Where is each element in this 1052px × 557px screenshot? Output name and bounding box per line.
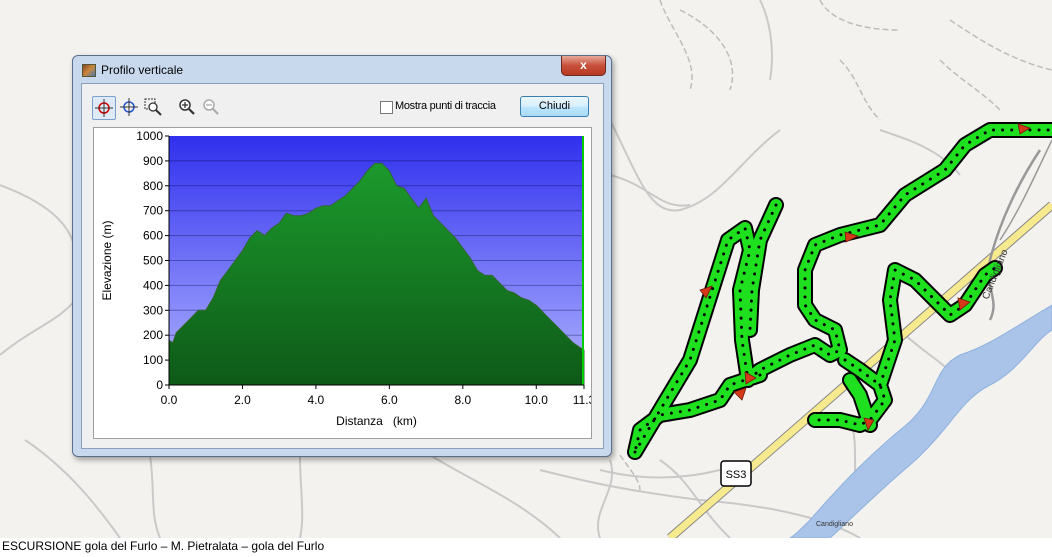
x-tick-label: 6.0 (381, 393, 398, 407)
x-tick-label: 0.0 (161, 393, 178, 407)
window-titlebar[interactable]: Profilo verticale x (73, 56, 611, 82)
map-road (759, 0, 773, 81)
elevation-chart-svg: 0 100 200 300 400 500 600 700 800 900 1000 0.0 2.0 4.… (100, 129, 591, 428)
window-client-area: Mostra punti di traccia Chiudi 0 100 200… (81, 83, 604, 449)
show-points-checkbox[interactable] (380, 101, 393, 114)
zoom-out-icon[interactable] (200, 96, 222, 118)
y-axis-label: Elevazione (m) (100, 220, 114, 300)
map-path (939, 59, 1001, 111)
vertical-profile-window[interactable]: Profilo verticale x Mostra punti di trac… (72, 55, 612, 457)
road-shield-label: SS3 (726, 469, 747, 481)
y-tick-label: 600 (143, 229, 163, 243)
y-tick-label: 500 (143, 254, 163, 268)
window-close-button[interactable]: x (561, 56, 606, 76)
map-road (0, 299, 76, 356)
pan-crosshair-icon[interactable] (118, 96, 140, 118)
map-path (949, 19, 1052, 71)
map-path (679, 9, 734, 91)
window-title: Profilo verticale (101, 63, 184, 77)
y-tick-label: 200 (143, 328, 163, 342)
y-tick-label: 1000 (136, 129, 163, 143)
map-road (609, 119, 781, 212)
x-tick-label: 11.3 (573, 393, 591, 407)
y-tick-label: 400 (143, 278, 163, 292)
y-tick-label: 300 (143, 303, 163, 317)
map-path (819, 0, 901, 31)
zoom-in-icon[interactable] (176, 96, 198, 118)
y-tick-label: 700 (143, 204, 163, 218)
close-button[interactable]: Chiudi (520, 96, 589, 117)
zoom-rect-icon[interactable] (142, 96, 164, 118)
map-road (609, 174, 691, 207)
y-tick-label: 800 (143, 179, 163, 193)
map-road (0, 184, 76, 251)
y-tick-label: 100 (143, 353, 163, 367)
caption: ESCURSIONE gola del Furlo – M. Pietralat… (2, 539, 325, 553)
x-tick-label: 4.0 (308, 393, 325, 407)
x-tick-label: 8.0 (454, 393, 471, 407)
app-icon (82, 64, 96, 77)
map-road (149, 454, 161, 539)
x-axis-label: Distanza (km) (336, 414, 417, 428)
x-tick-label: 10.0 (525, 393, 549, 407)
map-path (619, 454, 641, 491)
map-road (599, 469, 721, 479)
place-label: Candigliano (816, 521, 853, 528)
map-road (299, 454, 304, 539)
crosshair-select-icon[interactable] (92, 96, 116, 120)
map-path (659, 0, 693, 91)
y-tick-label: 0 (156, 378, 163, 392)
x-tick-label: 2.0 (234, 393, 251, 407)
map-path (839, 59, 881, 121)
map-road (429, 454, 561, 539)
elevation-chart[interactable]: 0 100 200 300 400 500 600 700 800 900 1000 0.0 2.0 4.… (93, 127, 592, 439)
y-tick-label: 900 (143, 154, 163, 168)
show-points-label: Mostra punti di traccia (395, 100, 496, 112)
